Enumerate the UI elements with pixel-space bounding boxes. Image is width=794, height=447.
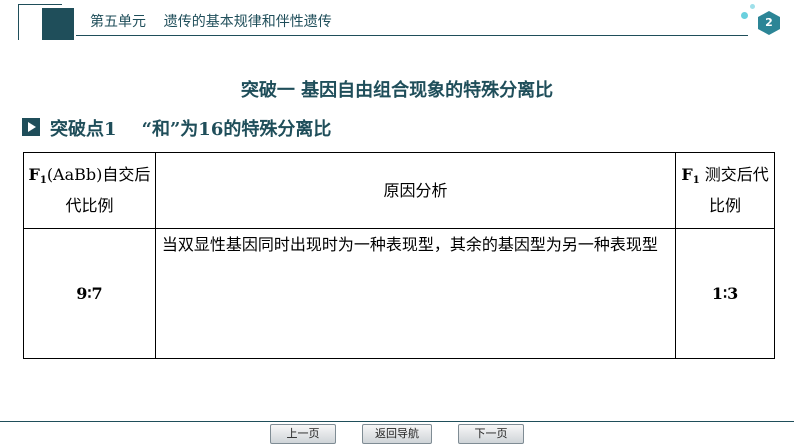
- header-cell-reason: 原因分析: [154, 152, 677, 229]
- decor-dot-small: [750, 4, 755, 9]
- header-cell-self-cross-ratio: F1(AaBb)自交后代比例: [23, 152, 156, 229]
- footer-divider: [0, 421, 794, 422]
- main-heading: 突破一 基因自由组合现象的特殊分离比: [240, 80, 554, 101]
- table-row: 9∶7 当双显性基因同时出现时为一种表现型，其余的基因型为另一种表现型 1∶3: [23, 228, 775, 359]
- header-divider: [76, 35, 748, 36]
- cell-self-cross-ratio: 9∶7: [23, 228, 156, 359]
- header-square-decoration: [42, 8, 74, 40]
- ratio-table: F1(AaBb)自交后代比例 原因分析 F1 测交后代比例 9∶7 当双显性基因…: [23, 152, 775, 359]
- prev-page-button[interactable]: 上一页: [270, 424, 336, 444]
- header-cell-test-cross-ratio: F1 测交后代比例: [675, 152, 775, 229]
- next-page-button[interactable]: 下一页: [458, 424, 524, 444]
- cell-reason: 当双显性基因同时出现时为一种表现型，其余的基因型为另一种表现型: [154, 228, 677, 359]
- back-to-nav-button[interactable]: 返回导航: [362, 424, 432, 444]
- table-header-row: F1(AaBb)自交后代比例 原因分析 F1 测交后代比例: [23, 152, 775, 229]
- sub-heading: 突破点1 “和”为16的特殊分离比: [50, 119, 332, 140]
- page-number: 2: [765, 16, 773, 29]
- unit-title: 第五单元 遗传的基本规律和伴性遗传: [90, 14, 332, 30]
- decor-dot: [741, 12, 748, 19]
- play-marker-icon: [22, 118, 40, 136]
- cell-test-cross-ratio: 1∶3: [675, 228, 775, 359]
